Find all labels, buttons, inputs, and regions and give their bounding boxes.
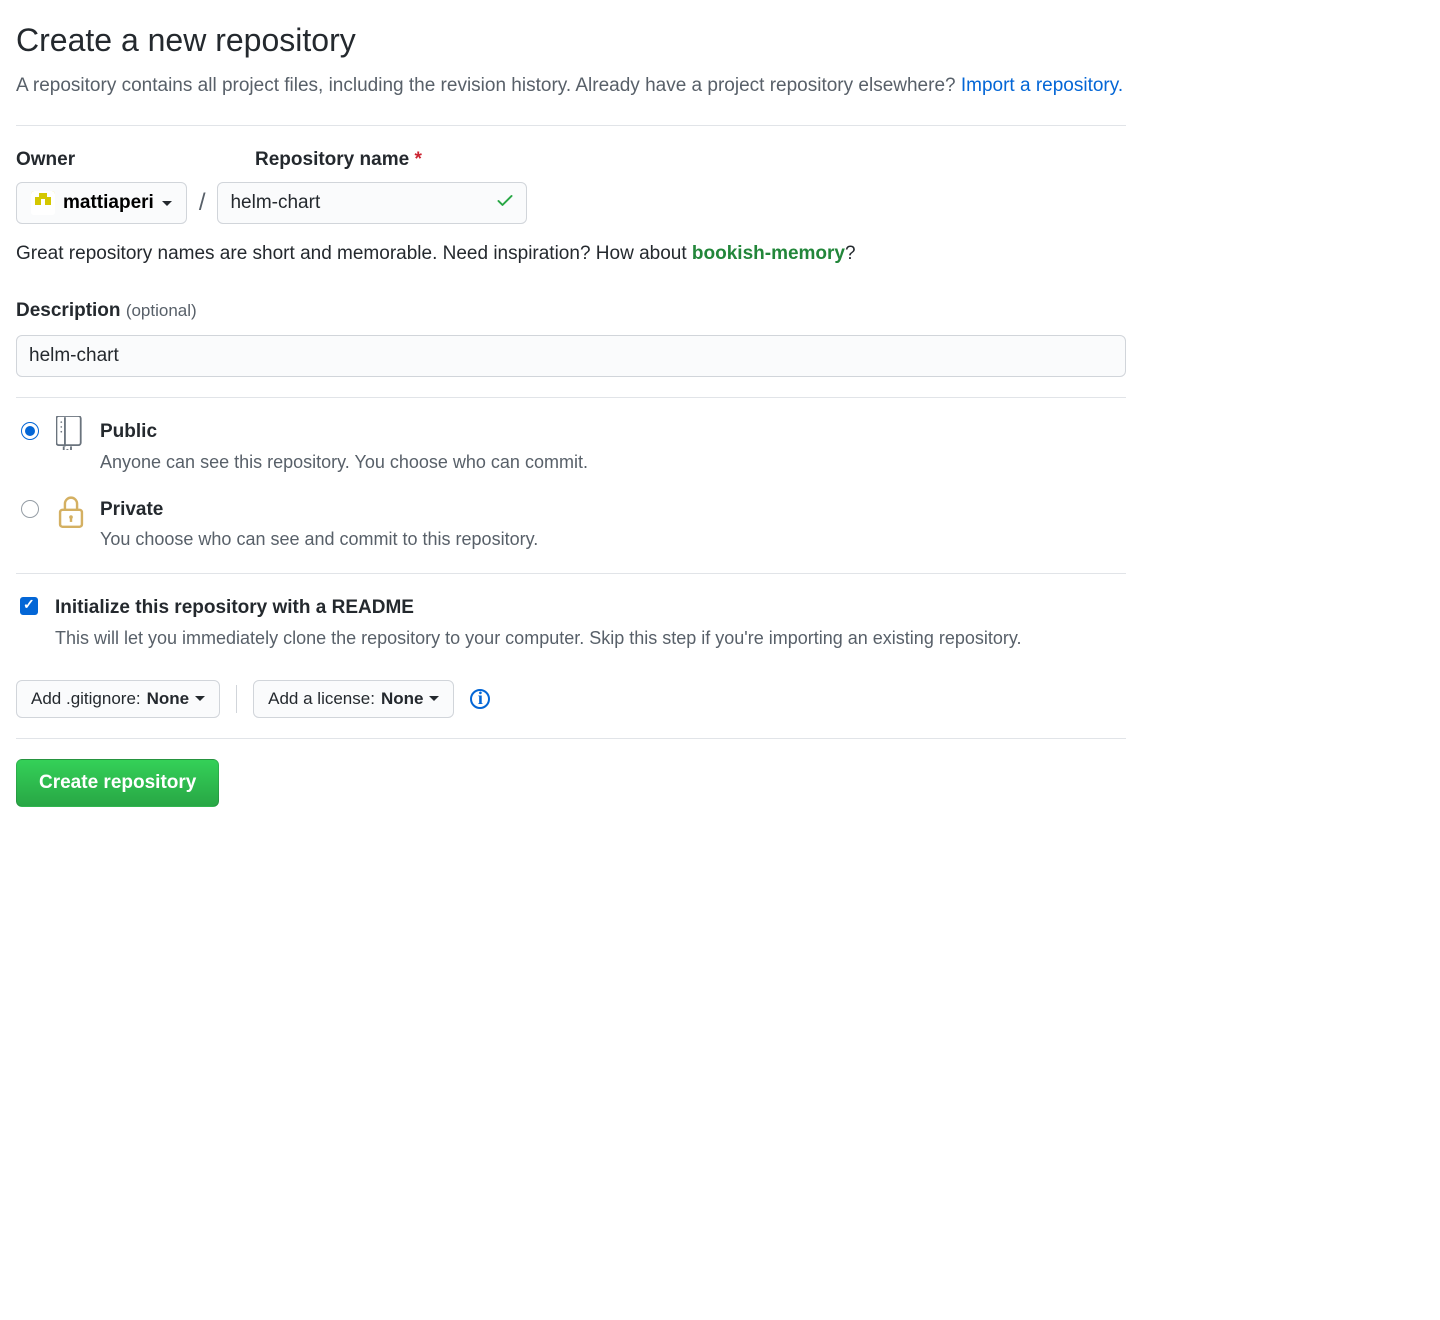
owner-label: Owner xyxy=(16,146,75,175)
required-mark: * xyxy=(414,149,421,170)
divider xyxy=(16,573,1126,574)
caret-down-icon xyxy=(162,201,172,206)
import-link[interactable]: Import a repository. xyxy=(961,75,1123,96)
owner-selector[interactable]: mattiaperi xyxy=(16,182,187,224)
page-subtitle: A repository contains all project files,… xyxy=(16,72,1126,101)
avatar-icon xyxy=(31,191,55,215)
repo-name-input[interactable] xyxy=(217,182,527,224)
readme-desc: This will let you immediately clone the … xyxy=(55,625,1126,652)
owner-name: mattiaperi xyxy=(63,192,154,214)
divider xyxy=(16,738,1126,739)
info-icon[interactable]: i xyxy=(470,689,490,709)
add-license-button[interactable]: Add a license: None xyxy=(253,680,454,718)
repo-name-label: Repository name * xyxy=(255,146,422,175)
create-repository-button[interactable]: Create repository xyxy=(16,759,219,807)
private-radio[interactable] xyxy=(21,500,39,518)
valid-check-icon xyxy=(495,190,515,216)
caret-down-icon xyxy=(429,696,439,701)
lock-icon xyxy=(56,494,86,528)
repo-icon xyxy=(56,416,86,450)
public-desc: Anyone can see this repository. You choo… xyxy=(100,449,1126,476)
name-hint: Great repository names are short and mem… xyxy=(16,240,1126,269)
caret-down-icon xyxy=(195,696,205,701)
private-title: Private xyxy=(100,496,1126,525)
public-radio[interactable] xyxy=(21,422,39,440)
public-title: Public xyxy=(100,418,1126,447)
description-label: Description (optional) xyxy=(16,297,197,326)
page-title: Create a new repository xyxy=(16,16,1126,64)
slash-separator: / xyxy=(195,185,210,221)
private-desc: You choose who can see and commit to thi… xyxy=(100,526,1126,553)
readme-title: Initialize this repository with a README xyxy=(55,594,1126,623)
add-gitignore-button[interactable]: Add .gitignore: None xyxy=(16,680,220,718)
suggested-name[interactable]: bookish-memory xyxy=(692,243,845,264)
readme-checkbox[interactable] xyxy=(20,597,38,615)
divider xyxy=(16,125,1126,126)
divider-vertical xyxy=(236,685,237,713)
divider xyxy=(16,397,1126,398)
description-input[interactable] xyxy=(16,335,1126,377)
